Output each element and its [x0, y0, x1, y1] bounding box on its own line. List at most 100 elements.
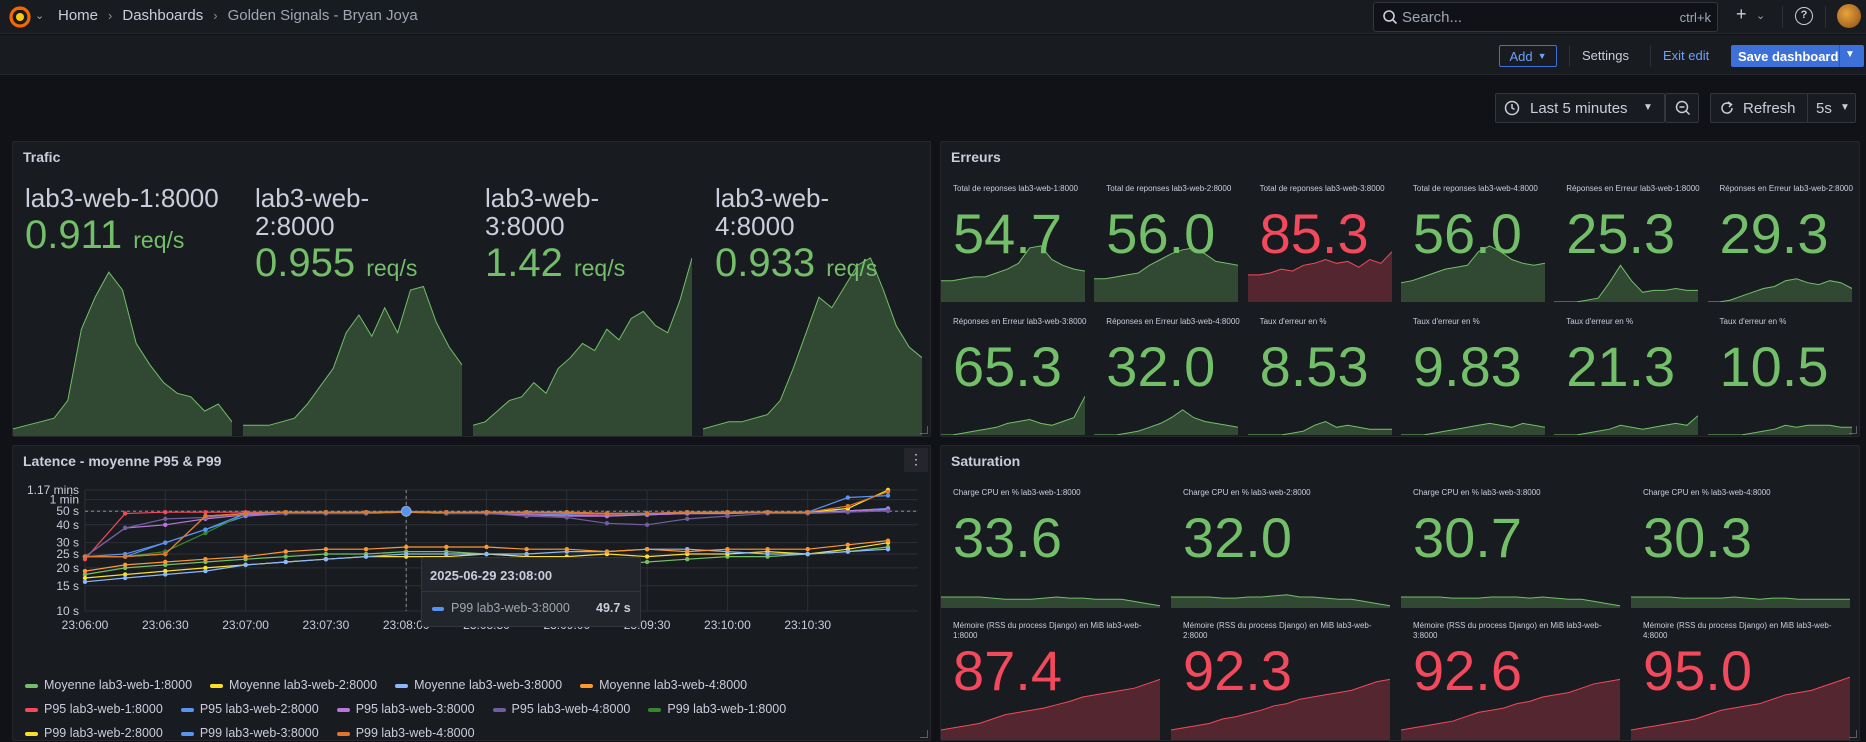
- stat-value: 0.955 req/s: [255, 241, 418, 285]
- breadcrumb-separator-icon: ›: [213, 8, 218, 23]
- x-tick-label: 23:06:30: [142, 618, 189, 632]
- zoom-out-button[interactable]: [1665, 93, 1699, 123]
- legend-swatch: [180, 731, 194, 736]
- legend-label: P99 lab3-web-2:8000: [44, 726, 163, 740]
- panel-title: Trafic: [23, 149, 61, 165]
- data-point: [163, 559, 168, 565]
- error-stat: Total de reponses lab3-web-1:8000 54.7: [953, 184, 1088, 264]
- data-point: [885, 489, 891, 495]
- data-point: [444, 544, 449, 550]
- refresh-interval-select[interactable]: 5s: [1816, 100, 1832, 117]
- resize-handle[interactable]: [920, 730, 928, 738]
- stat-title: Taux d'erreur en %: [1412, 317, 1480, 326]
- data-point: [283, 509, 288, 515]
- x-tick-label: 23:10:30: [784, 618, 831, 632]
- y-tick-label: 40 s: [56, 518, 79, 532]
- data-point: [524, 547, 529, 552]
- sparkline-area: [1400, 423, 1545, 435]
- data-point: [885, 538, 891, 543]
- data-point: [163, 551, 168, 557]
- stat-title: Charge CPU en % lab3-web-1:8000: [953, 488, 1081, 497]
- stat-title: Mémoire (RSS du process Django) en MiB l…: [953, 621, 1142, 640]
- saturation-stat: Charge CPU en % lab3-web-2:8000 32.0: [1183, 488, 1393, 568]
- data-point: [283, 559, 288, 565]
- data-point: [122, 575, 128, 581]
- data-point: [845, 495, 851, 500]
- legend-item[interactable]: P99 lab3-web-1:8000: [648, 702, 786, 716]
- data-point: [685, 549, 690, 554]
- legend-swatch: [395, 683, 409, 688]
- search-input[interactable]: Search... ctrl+k: [1373, 2, 1718, 32]
- stat-unit: req/s: [366, 255, 418, 281]
- resize-handle[interactable]: [1849, 730, 1857, 738]
- error-stat: Total de reponses lab3-web-3:8000 85.3: [1260, 184, 1395, 264]
- y-tick-label: 1.17 mins: [27, 483, 79, 497]
- sparkline-area: [1554, 415, 1699, 435]
- sparkline-area: [243, 286, 462, 436]
- legend-item[interactable]: P95 lab3-web-2:8000: [180, 702, 319, 716]
- legend-item[interactable]: Moyenne lab3-web-3:8000: [395, 678, 562, 692]
- data-point: [484, 544, 489, 550]
- legend-item[interactable]: Moyenne lab3-web-1:8000: [25, 678, 192, 692]
- legend-row: P95 lab3-web-1:8000 P95 lab3-web-2:8000 P9…: [25, 702, 786, 716]
- data-point: [163, 522, 168, 527]
- refresh-picker[interactable]: Refresh 5s ▼: [1710, 93, 1856, 123]
- add-button[interactable]: Add ▼: [1499, 45, 1557, 67]
- data-point: [122, 554, 128, 559]
- data-point: [725, 509, 730, 515]
- time-range-picker[interactable]: Last 5 minutes ▼: [1495, 93, 1665, 123]
- data-point: [444, 551, 449, 557]
- legend-item[interactable]: Moyenne lab3-web-4:8000: [580, 678, 747, 692]
- stat-name: lab3-web-4:8000: [715, 183, 830, 241]
- stat-name: lab3-web-2:8000: [255, 183, 370, 241]
- breadcrumb-home[interactable]: Home: [58, 7, 98, 24]
- save-options-chevron-icon[interactable]: ▼: [1845, 49, 1855, 60]
- clock-icon: [1504, 100, 1520, 116]
- sparkline-area: [1401, 597, 1620, 608]
- stat-value: 65.3: [953, 335, 1062, 398]
- panel-saturation[interactable]: Saturation Charge CPU en % lab3-web-1:80…: [940, 445, 1860, 741]
- x-tick-label: 23:10:00: [704, 618, 751, 632]
- user-avatar[interactable]: [1837, 4, 1861, 28]
- legend-item[interactable]: P95 lab3-web-1:8000: [25, 702, 163, 716]
- settings-button[interactable]: Settings: [1582, 48, 1629, 63]
- save-dashboard-button[interactable]: Save dashboard ▼: [1731, 45, 1864, 67]
- stat-value: 92.6: [1413, 639, 1522, 702]
- refresh-button[interactable]: Refresh: [1743, 100, 1796, 117]
- stat-value: 33.6: [953, 506, 1062, 569]
- breadcrumb-dashboards[interactable]: Dashboards: [122, 7, 203, 24]
- legend-item[interactable]: P95 lab3-web-3:8000: [336, 702, 475, 716]
- grafana-logo-icon[interactable]: [8, 5, 32, 29]
- error-stat: Taux d'erreur en % 10.5: [1720, 317, 1855, 397]
- legend-item[interactable]: P99 lab3-web-3:8000: [180, 726, 319, 740]
- legend-row: P99 lab3-web-2:8000 P99 lab3-web-3:8000 P9…: [25, 726, 475, 740]
- breadcrumb: Home › Dashboards › Golden Signals - Bry…: [58, 7, 418, 24]
- stat-name: lab3-web-1:8000: [25, 183, 219, 213]
- stat-title: Mémoire (RSS du process Django) en MiB l…: [1413, 621, 1602, 640]
- breadcrumb-current-dashboard: Golden Signals - Bryan Joya: [227, 7, 418, 24]
- data-point: [604, 549, 610, 554]
- saturation-stat: Mémoire (RSS du process Django) en MiB l…: [1643, 621, 1853, 701]
- exit-edit-button[interactable]: Exit edit: [1663, 48, 1709, 63]
- legend-item[interactable]: P95 lab3-web-4:8000: [492, 702, 630, 716]
- panel-trafic[interactable]: Trafic lab3-web-1:8000 0.911 req/s lab3-we…: [12, 141, 931, 437]
- stat-value: 92.3: [1183, 639, 1292, 702]
- stat-title: Réponses en Erreur lab3-web-3:8000: [953, 317, 1087, 326]
- help-icon[interactable]: ?: [1795, 7, 1813, 25]
- new-plus-icon[interactable]: +: [1736, 4, 1747, 25]
- stat-unit: req/s: [133, 227, 185, 253]
- sparkline-area: [13, 272, 232, 436]
- data-point: [323, 551, 329, 557]
- legend-label: P99 lab3-web-1:8000: [667, 702, 787, 716]
- legend-item[interactable]: Moyenne lab3-web-2:8000: [210, 678, 377, 692]
- data-point: [82, 568, 88, 574]
- new-chevron-icon[interactable]: ⌄: [1756, 9, 1765, 22]
- legend-item[interactable]: P99 lab3-web-4:8000: [336, 726, 475, 740]
- data-point: [363, 509, 369, 515]
- mega-menu-chevron-icon[interactable]: ⌄: [35, 9, 44, 22]
- panel-erreurs[interactable]: Erreurs Total de reponses lab3-web-1:800…: [940, 141, 1860, 437]
- panel-title: Saturation: [951, 453, 1021, 469]
- data-point: [203, 557, 208, 562]
- panel-menu-icon[interactable]: ⋮: [904, 448, 928, 472]
- legend-item[interactable]: P99 lab3-web-2:8000: [25, 726, 163, 740]
